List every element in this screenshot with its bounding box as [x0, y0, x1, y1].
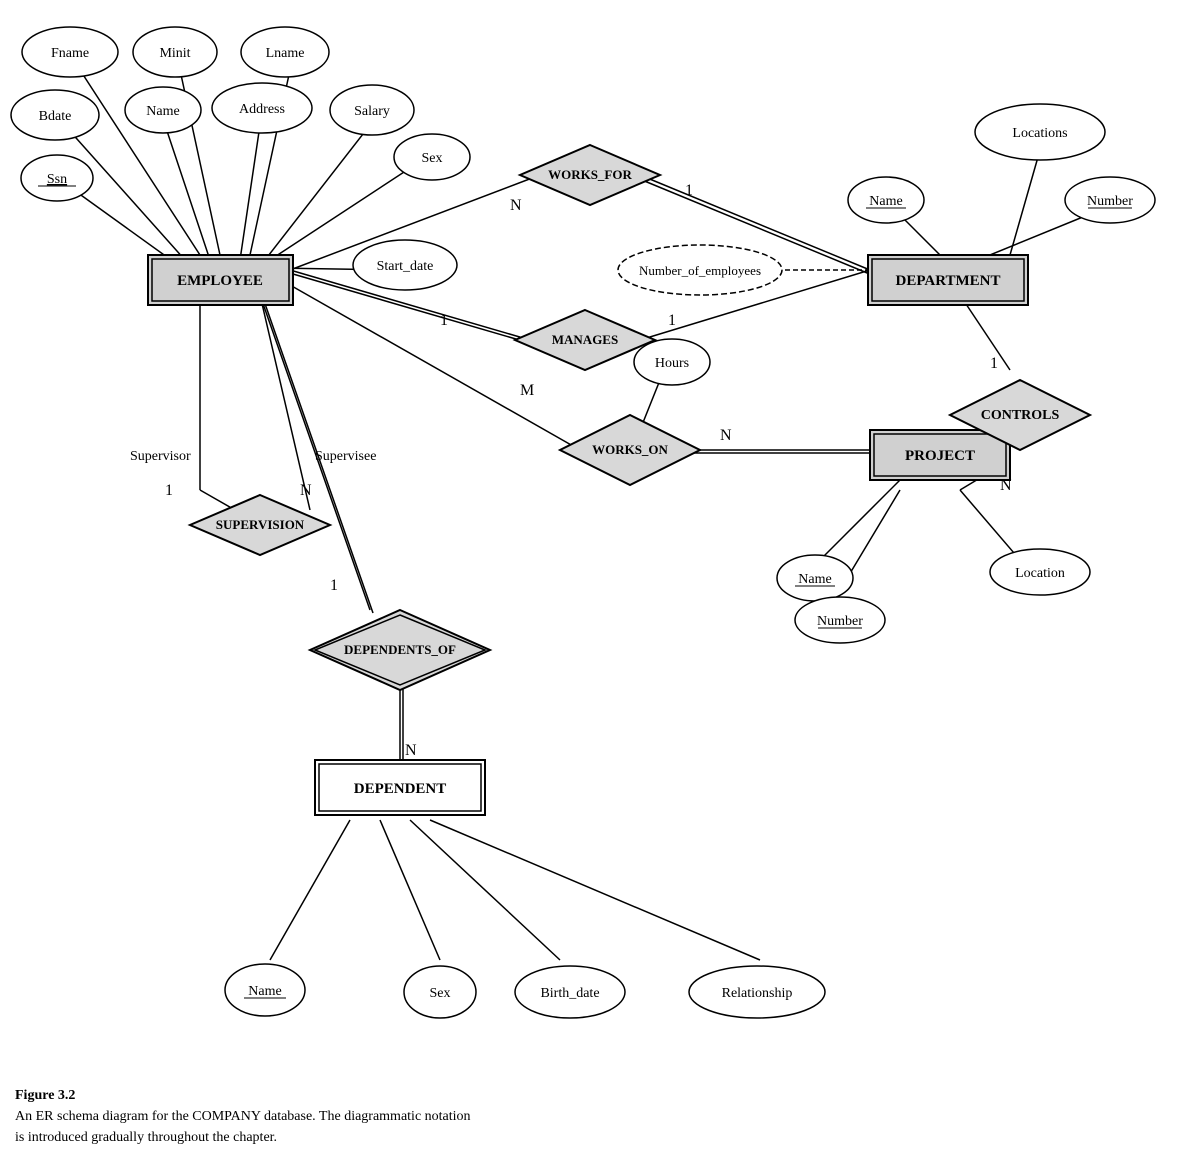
dep-name-attr: Name — [248, 984, 281, 999]
figure-label: Figure 3.2 — [15, 1088, 75, 1103]
works-on-n-label: N — [720, 427, 732, 444]
bdate-attr: Bdate — [39, 109, 72, 124]
dependent-entity-label: DEPENDENT — [354, 781, 447, 797]
works-for-label: WORKS_FOR — [548, 167, 632, 182]
manages-1-emp-label: 1 — [440, 312, 448, 329]
proj-number-attr: Number — [817, 614, 863, 629]
department-entity-label: DEPARTMENT — [895, 273, 1000, 289]
dependents-of-label: DEPENDENTS_OF — [344, 642, 456, 657]
project-entity-label: PROJECT — [905, 448, 975, 464]
supervision-1-label: 1 — [165, 482, 173, 499]
relationship-attr: Relationship — [722, 986, 793, 1001]
start-date-attr: Start_date — [377, 259, 434, 274]
dep-sex-attr: Sex — [430, 986, 451, 1001]
dept-number-attr: Number — [1087, 194, 1133, 209]
caption-line2: is introduced gradually throughout the c… — [15, 1130, 277, 1145]
manages-1-dept-label: 1 — [668, 312, 676, 329]
figure-caption: Figure 3.2 An ER schema diagram for the … — [15, 1085, 715, 1148]
minit-attr: Minit — [159, 46, 190, 61]
sex-emp-attr: Sex — [422, 151, 443, 166]
birth-date-attr: Birth_date — [540, 986, 599, 1001]
address-attr: Address — [239, 102, 285, 117]
lname-attr: Lname — [266, 46, 305, 61]
er-diagram-container: N 1 1 1 M N Supervisor 1 Supervisee N 1 … — [0, 0, 1201, 1080]
dependents-n-label: N — [405, 742, 417, 759]
er-diagram-svg: N 1 1 1 M N Supervisor 1 Supervisee N 1 … — [0, 0, 1201, 1080]
manages-label: MANAGES — [552, 332, 618, 347]
employee-entity-label: EMPLOYEE — [177, 273, 263, 289]
num-employees-attr: Number_of_employees — [639, 263, 761, 278]
supervisor-label: Supervisor — [130, 449, 191, 464]
works-for-1-label: 1 — [685, 182, 693, 199]
dept-name-attr: Name — [869, 194, 902, 209]
supervision-label: SUPERVISION — [216, 517, 305, 532]
works-on-m-label: M — [520, 382, 534, 399]
dependents-1-label: 1 — [330, 577, 338, 594]
supervision-n-label: N — [300, 482, 312, 499]
hours-attr: Hours — [655, 356, 689, 371]
works-on-label: WORKS_ON — [592, 442, 668, 457]
works-for-n-label: N — [510, 197, 522, 214]
controls-1-label: 1 — [990, 355, 998, 372]
proj-name-attr: Name — [798, 572, 831, 587]
emp-name-attr: Name — [146, 104, 179, 119]
supervisee-label: Supervisee — [315, 449, 376, 464]
salary-attr: Salary — [354, 104, 390, 119]
location-attr: Location — [1015, 566, 1065, 581]
ssn-attr: Ssn — [47, 172, 67, 187]
controls-label: CONTROLS — [981, 408, 1060, 423]
fname-attr: Fname — [51, 46, 89, 61]
caption-line1: An ER schema diagram for the COMPANY dat… — [15, 1109, 471, 1124]
locations-attr: Locations — [1012, 126, 1067, 141]
